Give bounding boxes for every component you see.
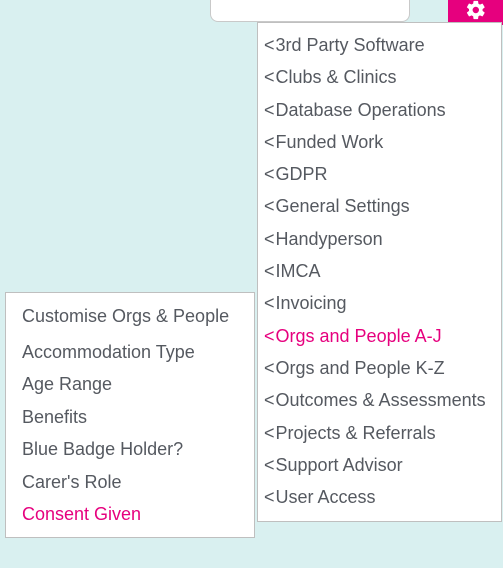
main-menu-item-label: IMCA <box>276 259 493 283</box>
main-menu-item-label: Database Operations <box>276 98 493 122</box>
main-menu-item-label: Handyperson <box>276 227 493 251</box>
chevron-left-icon: < <box>264 65 275 89</box>
main-menu-item[interactable]: <General Settings <box>262 190 495 222</box>
sub-menu-header: Customise Orgs & People <box>22 305 238 328</box>
chevron-left-icon: < <box>264 388 275 412</box>
main-menu-item[interactable]: <GDPR <box>262 158 495 190</box>
main-menu-item[interactable]: <IMCA <box>262 255 495 287</box>
chevron-left-icon: < <box>264 421 275 445</box>
chevron-left-icon: < <box>264 33 275 57</box>
chevron-left-icon: < <box>264 485 275 509</box>
main-menu-item-label: Funded Work <box>276 130 493 154</box>
chevron-left-icon: < <box>264 227 275 251</box>
main-menu-item-label: GDPR <box>276 162 493 186</box>
chevron-left-icon: < <box>264 259 275 283</box>
sub-menu-item[interactable]: Consent Given <box>22 498 238 531</box>
main-menu-item[interactable]: <Clubs & Clinics <box>262 61 495 93</box>
top-search-input[interactable] <box>210 0 410 22</box>
main-menu-item-label: Clubs & Clinics <box>276 65 493 89</box>
main-menu-item-label: User Access <box>276 485 493 509</box>
main-menu-item[interactable]: <Outcomes & Assessments <box>262 384 495 416</box>
main-menu-item-label: Orgs and People K-Z <box>276 356 493 380</box>
main-menu-item[interactable]: <Database Operations <box>262 94 495 126</box>
sub-menu-item[interactable]: Benefits <box>22 401 238 434</box>
main-menu-item-label: Invoicing <box>276 291 493 315</box>
main-menu-item-label: Orgs and People A-J <box>276 324 493 348</box>
chevron-left-icon: < <box>264 162 275 186</box>
main-menu-item[interactable]: <Funded Work <box>262 126 495 158</box>
settings-sub-menu: Customise Orgs & People Accommodation Ty… <box>5 292 255 538</box>
chevron-left-icon: < <box>264 130 275 154</box>
main-menu-item[interactable]: <Support Advisor <box>262 449 495 481</box>
chevron-left-icon: < <box>264 194 275 218</box>
chevron-left-icon: < <box>264 324 275 348</box>
main-menu-item[interactable]: <Handyperson <box>262 223 495 255</box>
chevron-left-icon: < <box>264 453 275 477</box>
main-menu-item-label: Outcomes & Assessments <box>276 388 493 412</box>
sub-menu-item[interactable]: Blue Badge Holder? <box>22 433 238 466</box>
chevron-left-icon: < <box>264 356 275 380</box>
chevron-left-icon: < <box>264 98 275 122</box>
main-menu-item[interactable]: <Orgs and People A-J <box>262 320 495 352</box>
settings-main-menu: <3rd Party Software<Clubs & Clinics<Data… <box>257 22 502 522</box>
main-menu-item-label: Support Advisor <box>276 453 493 477</box>
main-menu-item[interactable]: <Orgs and People K-Z <box>262 352 495 384</box>
main-menu-item-label: General Settings <box>276 194 493 218</box>
main-menu-item[interactable]: <User Access <box>262 481 495 513</box>
sub-menu-item[interactable]: Carer's Role <box>22 466 238 499</box>
main-menu-item-label: 3rd Party Software <box>276 33 493 57</box>
sub-menu-item[interactable]: Accommodation Type <box>22 336 238 369</box>
main-menu-item-label: Projects & Referrals <box>276 421 493 445</box>
main-menu-item[interactable]: <Invoicing <box>262 287 495 319</box>
chevron-left-icon: < <box>264 291 275 315</box>
main-menu-item[interactable]: <Projects & Referrals <box>262 417 495 449</box>
sub-menu-item[interactable]: Age Range <box>22 368 238 401</box>
main-menu-item[interactable]: <3rd Party Software <box>262 29 495 61</box>
